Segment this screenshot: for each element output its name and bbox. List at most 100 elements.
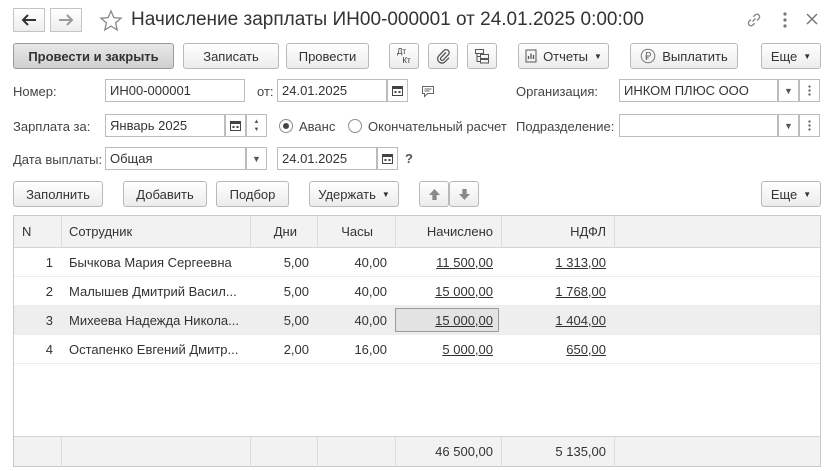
pay-date-type-dropdown-button[interactable]: ▼ bbox=[246, 147, 267, 170]
row-accrued-cell: 5 000,00 bbox=[395, 335, 501, 363]
more-label: Еще bbox=[770, 48, 798, 64]
structure-button[interactable] bbox=[467, 43, 497, 69]
table-row[interactable]: 4 Остапенко Евгений Дмитр... 2,00 16,00 … bbox=[14, 335, 820, 364]
close-icon[interactable] bbox=[806, 13, 818, 25]
fill-label: Заполнить bbox=[26, 186, 90, 202]
dt-kt-icon: Дт Кт bbox=[397, 47, 411, 65]
attach-button[interactable] bbox=[428, 43, 458, 69]
organization-dropdown-button[interactable]: ▼ bbox=[778, 79, 799, 102]
table-more-button[interactable]: Еще ▼ bbox=[761, 181, 821, 207]
table-more-label: Еще bbox=[770, 186, 798, 202]
arrow-up-icon bbox=[428, 188, 440, 200]
row-number: 4 bbox=[45, 341, 53, 357]
move-up-button[interactable] bbox=[419, 181, 449, 207]
pay-date-calendar-button[interactable] bbox=[377, 147, 398, 170]
more-button[interactable]: Еще ▼ bbox=[761, 43, 821, 69]
department-open-button[interactable] bbox=[799, 114, 820, 137]
final-calc-radio[interactable] bbox=[348, 119, 362, 133]
department-label: Подразделение: bbox=[516, 119, 615, 134]
save-label: Записать bbox=[203, 48, 259, 64]
header-n[interactable]: N bbox=[14, 216, 61, 247]
row-accrued-link[interactable]: 11 500,00 bbox=[436, 255, 493, 270]
table-row[interactable]: 1 Бычкова Мария Сергеевна 5,00 40,00 11 … bbox=[14, 248, 820, 277]
row-ndfl-link[interactable]: 1 404,00 bbox=[555, 313, 606, 328]
row-accrued-cell: 15 000,00 bbox=[395, 277, 501, 305]
help-mark[interactable]: ? bbox=[405, 151, 413, 166]
period-spinner[interactable]: ▲ ▼ bbox=[246, 114, 267, 137]
period-calendar-button[interactable] bbox=[225, 114, 246, 137]
spin-down-icon[interactable]: ▼ bbox=[254, 126, 260, 134]
number-field[interactable]: ИН00-000001 bbox=[105, 79, 245, 102]
fill-button[interactable]: Заполнить bbox=[13, 181, 103, 207]
total-ndfl: 5 135,00 bbox=[555, 444, 606, 459]
column-separator bbox=[317, 437, 318, 467]
column-separator bbox=[317, 216, 318, 248]
header-days[interactable]: Дни bbox=[250, 216, 317, 247]
row-ndfl-link[interactable]: 1 313,00 bbox=[555, 255, 606, 270]
pay-date-field[interactable]: 24.01.2025 bbox=[277, 147, 377, 170]
table-row[interactable]: 2 Малышев Дмитрий Васил... 5,00 40,00 15… bbox=[14, 277, 820, 306]
total-accrued: 46 500,00 bbox=[435, 444, 493, 459]
row-ndfl-cell: 1 404,00 bbox=[501, 306, 614, 334]
row-ndfl-link[interactable]: 650,00 bbox=[566, 342, 606, 357]
column-separator bbox=[61, 216, 62, 248]
post-and-close-button[interactable]: Провести и закрыть bbox=[13, 43, 174, 69]
paperclip-icon bbox=[436, 48, 450, 64]
row-accrued-link[interactable]: 5 000,00 bbox=[442, 342, 493, 357]
advance-radio[interactable] bbox=[279, 119, 293, 133]
reports-button[interactable]: Отчеты ▼ bbox=[518, 43, 609, 69]
row-number: 3 bbox=[45, 312, 53, 328]
forward-button[interactable] bbox=[50, 8, 82, 32]
row-accrued-link[interactable]: 15 000,00 bbox=[435, 284, 493, 299]
spin-up-icon[interactable]: ▲ bbox=[254, 118, 260, 126]
chevron-down-icon: ▼ bbox=[784, 85, 793, 96]
back-button[interactable] bbox=[13, 8, 45, 32]
menu-dots-icon[interactable] bbox=[782, 11, 788, 29]
select-button[interactable]: Подбор bbox=[216, 181, 289, 207]
move-down-button[interactable] bbox=[449, 181, 479, 207]
row-ndfl-link[interactable]: 1 768,00 bbox=[555, 284, 606, 299]
row-employee: Бычкова Мария Сергеевна bbox=[69, 254, 232, 270]
chevron-down-icon: ▼ bbox=[803, 189, 812, 199]
department-dropdown-button[interactable]: ▼ bbox=[778, 114, 799, 137]
comment-icon[interactable] bbox=[421, 85, 437, 99]
calendar-icon bbox=[382, 154, 393, 164]
link-icon[interactable] bbox=[745, 11, 763, 29]
table-header: N Сотрудник Дни Часы Начислено НДФЛ bbox=[14, 216, 820, 248]
hierarchy-icon bbox=[475, 49, 489, 64]
table-footer: 46 500,00 5 135,00 bbox=[14, 436, 820, 467]
chevron-down-icon: ▼ bbox=[803, 51, 812, 61]
post-button[interactable]: Провести bbox=[286, 43, 369, 69]
header-accrued[interactable]: Начислено bbox=[395, 216, 501, 247]
header-hours[interactable]: Часы bbox=[317, 216, 395, 247]
header-employee[interactable]: Сотрудник bbox=[61, 216, 250, 247]
calendar-button[interactable] bbox=[387, 79, 408, 102]
report-icon bbox=[525, 49, 537, 63]
organization-field[interactable]: ИНКОМ ПЛЮС ООО bbox=[619, 79, 778, 102]
row-employee: Михеева Надежда Никола... bbox=[69, 312, 239, 328]
pay-date-type-field[interactable]: Общая bbox=[105, 147, 246, 170]
advance-label: Аванс bbox=[299, 119, 336, 134]
chevron-down-icon: ▼ bbox=[381, 189, 390, 199]
department-field[interactable] bbox=[619, 114, 778, 137]
organization-open-button[interactable] bbox=[799, 79, 820, 102]
save-button[interactable]: Записать bbox=[183, 43, 279, 69]
ruble-coin-icon bbox=[640, 48, 656, 64]
window-title: Начисление зарплаты ИН00-000001 от 24.01… bbox=[131, 9, 644, 30]
row-accrued-cell: 15 000,00 bbox=[395, 306, 501, 334]
favorite-star-icon[interactable] bbox=[99, 9, 123, 33]
row-accrued-link[interactable]: 15 000,00 bbox=[435, 313, 493, 328]
pay-button[interactable]: Выплатить bbox=[630, 43, 738, 69]
header-ndfl[interactable]: НДФЛ bbox=[501, 216, 614, 247]
date-field[interactable]: 24.01.2025 bbox=[277, 79, 387, 102]
employees-table[interactable]: N Сотрудник Дни Часы Начислено НДФЛ 1 Бы… bbox=[13, 215, 821, 467]
withhold-button[interactable]: Удержать ▼ bbox=[309, 181, 399, 207]
salary-period-field[interactable]: Январь 2025 bbox=[105, 114, 225, 137]
table-row-selected[interactable]: 3 Михеева Надежда Никола... 5,00 40,00 1… bbox=[14, 306, 820, 335]
row-number: 2 bbox=[45, 283, 53, 299]
arrow-down-icon bbox=[458, 188, 470, 200]
dt-kt-button[interactable]: Дт Кт bbox=[389, 43, 419, 69]
column-separator bbox=[614, 216, 615, 248]
add-button[interactable]: Добавить bbox=[123, 181, 207, 207]
chevron-down-icon: ▼ bbox=[784, 120, 793, 131]
